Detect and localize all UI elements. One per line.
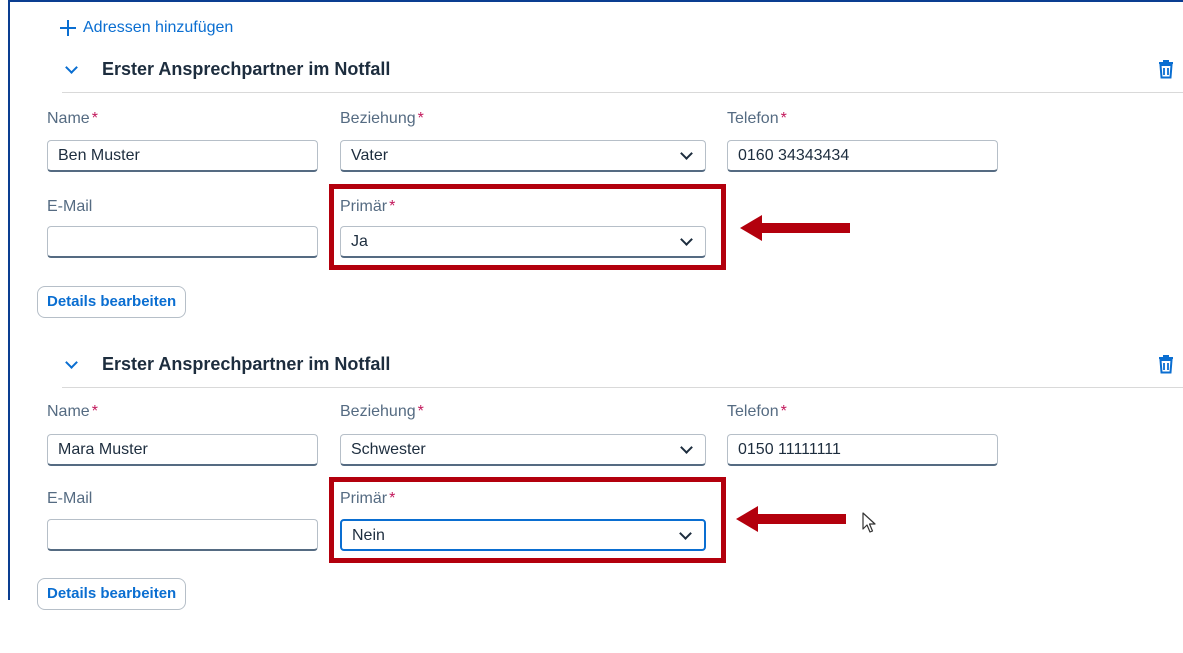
phone-label: Telefon * — [727, 403, 787, 420]
relation-label: Beziehung * — [340, 403, 424, 420]
relation-select[interactable]: Vater — [340, 140, 706, 172]
relation-value: Vater — [351, 147, 389, 164]
trash-icon[interactable] — [1154, 352, 1178, 376]
phone-input[interactable]: 0150 11111111 — [727, 434, 998, 466]
section-title: Erster Ansprechpartner im Notfall — [102, 59, 391, 79]
section-header: Erster Ansprechpartner im Notfall — [62, 58, 1183, 93]
name-label: Name * — [47, 403, 98, 420]
required-marker: * — [417, 403, 424, 420]
edit-details-button[interactable]: Details bearbeiten — [37, 578, 187, 610]
edit-details-button[interactable]: Details bearbeiten — [37, 286, 187, 318]
chevron-down-icon[interactable] — [62, 59, 82, 79]
required-marker: * — [780, 403, 787, 420]
required-marker: * — [417, 110, 424, 127]
phone-label: Telefon * — [727, 110, 787, 127]
mouse-cursor-icon — [862, 512, 876, 533]
plus-icon — [60, 20, 76, 36]
relation-label: Beziehung * — [340, 110, 424, 127]
window-frame-top — [8, 0, 1183, 2]
emergency-contact-section-2: Erster Ansprechpartner im Notfall Name * … — [0, 353, 1183, 653]
annotation-highlight-box — [329, 184, 726, 270]
add-address-label: Adressen hinzufügen — [83, 19, 234, 36]
arrow-left-icon — [740, 215, 850, 241]
section-title: Erster Ansprechpartner im Notfall — [102, 354, 391, 374]
required-marker: * — [91, 110, 98, 127]
email-input[interactable] — [47, 519, 318, 551]
add-address-link[interactable]: Adressen hinzufügen — [60, 17, 233, 39]
chevron-down-icon[interactable] — [62, 354, 82, 374]
name-input[interactable]: Mara Muster — [47, 434, 318, 466]
name-label: Name * — [47, 110, 98, 127]
required-marker: * — [780, 110, 787, 127]
email-label: E-Mail — [47, 198, 93, 215]
annotation-highlight-box — [329, 477, 726, 563]
email-label: E-Mail — [47, 490, 93, 507]
email-input[interactable] — [47, 226, 318, 258]
relation-value: Schwester — [351, 441, 426, 458]
required-marker: * — [91, 403, 98, 420]
dropdown-chevron-icon — [679, 148, 695, 164]
arrow-left-icon — [736, 506, 846, 532]
dropdown-chevron-icon — [679, 442, 695, 458]
trash-icon[interactable] — [1154, 57, 1178, 81]
phone-input[interactable]: 0160 34343434 — [727, 140, 998, 172]
name-input[interactable]: Ben Muster — [47, 140, 318, 172]
section-header: Erster Ansprechpartner im Notfall — [62, 353, 1183, 388]
emergency-contact-section-1: Erster Ansprechpartner im Notfall Name * … — [0, 58, 1183, 358]
relation-select[interactable]: Schwester — [340, 434, 706, 466]
